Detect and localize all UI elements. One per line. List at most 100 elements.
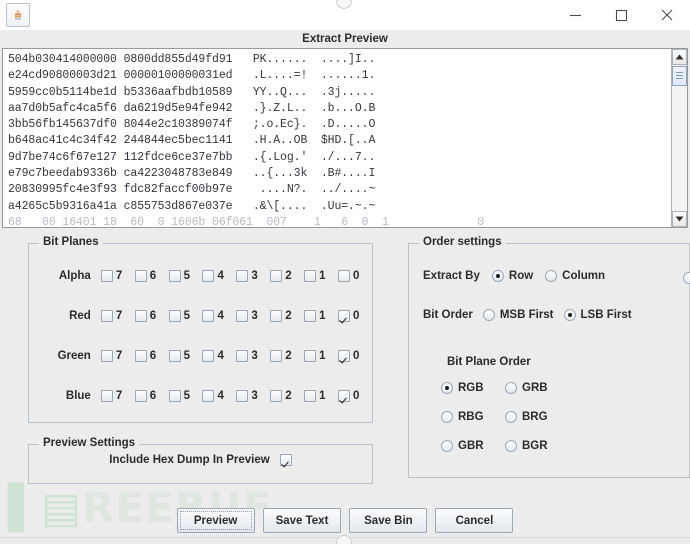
bitplane-alpha-4[interactable]: 4: [202, 270, 236, 282]
checkbox-icon[interactable]: [338, 270, 350, 282]
radio-icon[interactable]: [441, 411, 453, 423]
radio-icon[interactable]: [545, 270, 557, 282]
extract-by-option-column[interactable]: Column: [545, 270, 605, 282]
bitplane-blue-4[interactable]: 4: [202, 390, 236, 402]
checkbox-icon[interactable]: [101, 310, 113, 322]
extract-by-option-row[interactable]: Row: [492, 270, 533, 282]
maximize-button[interactable]: [598, 0, 644, 30]
bitplane-blue-7[interactable]: 7: [101, 390, 135, 402]
bitplane-green-3[interactable]: 3: [236, 350, 270, 362]
bit-plane-order-option-grb[interactable]: GRB: [505, 382, 569, 394]
checkbox-icon[interactable]: [101, 390, 113, 402]
bit-plane-order-option-bgr[interactable]: BGR: [505, 440, 569, 452]
checkbox-icon[interactable]: [270, 390, 282, 402]
bitplane-green-1[interactable]: 1: [304, 350, 338, 362]
checkbox-icon[interactable]: [236, 310, 248, 322]
checkbox-icon[interactable]: [135, 390, 147, 402]
bitplane-alpha-2[interactable]: 2: [270, 270, 304, 282]
bitplane-blue-3[interactable]: 3: [236, 390, 270, 402]
bitplane-red-7[interactable]: 7: [101, 310, 135, 322]
hex-dump-content[interactable]: 504b030414000000 0800dd855d49fd91 PK....…: [3, 49, 671, 227]
bitplane-red-5[interactable]: 5: [169, 310, 203, 322]
checkbox-icon[interactable]: [135, 270, 147, 282]
bitplane-alpha-1[interactable]: 1: [304, 270, 338, 282]
checkbox-icon[interactable]: [135, 310, 147, 322]
bit-order-option-lsb-first[interactable]: LSB First: [564, 309, 632, 321]
preview-button[interactable]: Preview: [177, 508, 255, 533]
checkbox-icon[interactable]: [338, 310, 350, 322]
checkbox-icon[interactable]: [202, 390, 214, 402]
checkbox-icon[interactable]: [202, 270, 214, 282]
checkbox-icon[interactable]: [202, 350, 214, 362]
checkbox-icon[interactable]: [338, 350, 350, 362]
radio-icon[interactable]: [492, 270, 504, 282]
bitplane-red-3[interactable]: 3: [236, 310, 270, 322]
bitplane-red-6[interactable]: 6: [135, 310, 169, 322]
bit-plane-order-option-brg[interactable]: BRG: [505, 411, 569, 423]
checkbox-icon[interactable]: [338, 390, 350, 402]
bitplane-blue-2[interactable]: 2: [270, 390, 304, 402]
bitplane-red-4[interactable]: 4: [202, 310, 236, 322]
checkbox-icon[interactable]: [304, 310, 316, 322]
checkbox-icon[interactable]: [304, 350, 316, 362]
scroll-thumb[interactable]: [672, 66, 687, 86]
checkbox-icon[interactable]: [236, 390, 248, 402]
checkbox-icon[interactable]: [169, 270, 181, 282]
radio-icon[interactable]: [505, 411, 517, 423]
bitplane-blue-0[interactable]: 0: [338, 390, 372, 402]
bitplane-green-5[interactable]: 5: [169, 350, 203, 362]
checkbox-icon[interactable]: [236, 350, 248, 362]
checkbox-icon[interactable]: [270, 270, 282, 282]
checkbox-icon[interactable]: [135, 350, 147, 362]
bitplane-green-7[interactable]: 7: [101, 350, 135, 362]
bitplane-alpha-7[interactable]: 7: [101, 270, 135, 282]
bitplane-green-4[interactable]: 4: [202, 350, 236, 362]
radio-icon[interactable]: [505, 382, 517, 394]
bitplane-alpha-5[interactable]: 5: [169, 270, 203, 282]
bitplane-blue-1[interactable]: 1: [304, 390, 338, 402]
include-hex-dump-checkbox[interactable]: [280, 454, 292, 466]
checkbox-icon[interactable]: [270, 310, 282, 322]
radio-icon[interactable]: [483, 309, 495, 321]
minimize-button[interactable]: [552, 0, 598, 30]
checkbox-icon[interactable]: [236, 270, 248, 282]
bitplane-alpha-3[interactable]: 3: [236, 270, 270, 282]
close-button[interactable]: [644, 0, 690, 30]
bitplane-alpha-6[interactable]: 6: [135, 270, 169, 282]
radio-icon[interactable]: [505, 440, 517, 452]
scroll-up-arrow[interactable]: [672, 49, 687, 65]
save-text-button[interactable]: Save Text: [263, 508, 342, 533]
checkbox-icon[interactable]: [304, 390, 316, 402]
include-hex-dump-row[interactable]: Include Hex Dump In Preview: [29, 454, 372, 466]
bit-plane-order-option-gbr[interactable]: GBR: [441, 440, 505, 452]
bitplane-red-1[interactable]: 1: [304, 310, 338, 322]
bitplane-green-6[interactable]: 6: [135, 350, 169, 362]
bitplane-red-2[interactable]: 2: [270, 310, 304, 322]
bitplane-blue-5[interactable]: 5: [169, 390, 203, 402]
radio-icon[interactable]: [441, 382, 453, 394]
checkbox-icon[interactable]: [101, 350, 113, 362]
bitplane-green-2[interactable]: 2: [270, 350, 304, 362]
checkbox-icon[interactable]: [101, 270, 113, 282]
checkbox-icon[interactable]: [169, 350, 181, 362]
bitplane-green-0[interactable]: 0: [338, 350, 372, 362]
checkbox-icon[interactable]: [169, 390, 181, 402]
bit-plane-order-option-rbg[interactable]: RBG: [441, 411, 505, 423]
scroll-down-arrow[interactable]: [672, 211, 687, 227]
preview-vertical-scrollbar[interactable]: [671, 49, 687, 227]
radio-icon[interactable]: [441, 440, 453, 452]
extract-preview-textarea[interactable]: 504b030414000000 0800dd855d49fd91 PK....…: [2, 48, 688, 228]
cancel-button[interactable]: Cancel: [435, 508, 513, 533]
radio-icon[interactable]: [564, 309, 576, 321]
bitplane-alpha-0[interactable]: 0: [338, 270, 372, 282]
checkbox-icon[interactable]: [270, 350, 282, 362]
bitplane-blue-6[interactable]: 6: [135, 390, 169, 402]
bitplane-red-0[interactable]: 0: [338, 310, 372, 322]
clipped-radio-icon[interactable]: [683, 272, 690, 284]
checkbox-icon[interactable]: [169, 310, 181, 322]
save-bin-button[interactable]: Save Bin: [349, 508, 427, 533]
checkbox-icon[interactable]: [304, 270, 316, 282]
bit-plane-order-option-rgb[interactable]: RGB: [441, 382, 505, 394]
checkbox-icon[interactable]: [202, 310, 214, 322]
bit-order-option-msb-first[interactable]: MSB First: [483, 309, 554, 321]
